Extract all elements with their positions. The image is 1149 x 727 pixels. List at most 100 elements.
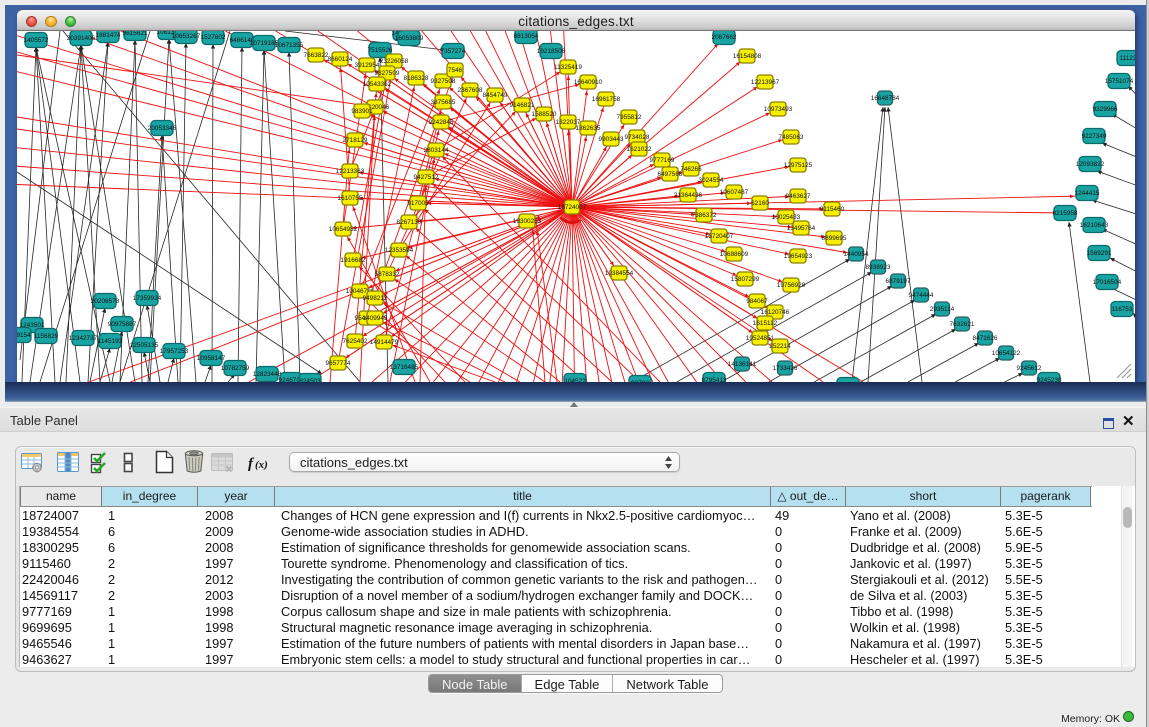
svg-text:9657774: 9657774 (326, 360, 351, 367)
svg-text:1362635: 1362635 (576, 125, 601, 132)
svg-text:1440954: 1440954 (844, 251, 869, 258)
svg-text:1405572: 1405572 (24, 37, 49, 44)
svg-text:18724007: 18724007 (558, 204, 587, 211)
svg-text:3875685: 3875685 (431, 99, 456, 106)
svg-text:10973493: 10973493 (764, 106, 793, 113)
svg-text:2935114: 2935114 (930, 306, 955, 313)
svg-text:1156829: 1156829 (34, 333, 59, 340)
svg-text:2803144: 2803144 (424, 147, 449, 154)
svg-text:2718129: 2718129 (343, 137, 368, 144)
svg-text:3912954: 3912954 (355, 62, 380, 69)
svg-text:1244415: 1244415 (1075, 190, 1100, 197)
svg-text:17016504: 17016504 (1093, 279, 1122, 286)
svg-text:1588520: 1588520 (532, 111, 557, 118)
svg-text:9427512: 9427512 (414, 174, 439, 181)
svg-text:9227349: 9227349 (1082, 133, 1107, 140)
svg-text:19524851: 19524851 (746, 335, 775, 342)
svg-text:9903443: 9903443 (599, 136, 624, 143)
svg-text:20053346: 20053346 (148, 125, 177, 132)
svg-text:20391406: 20391406 (67, 35, 96, 42)
svg-text:19756928: 19756928 (777, 282, 806, 289)
svg-text:16154808: 16154808 (733, 53, 762, 60)
svg-text:62160: 62160 (751, 200, 769, 207)
svg-text:16640910: 16640910 (574, 79, 603, 86)
svg-text:15720407: 15720407 (705, 233, 734, 240)
svg-text:1615112: 1615112 (753, 320, 778, 327)
svg-text:12975125: 12975125 (784, 162, 813, 169)
svg-text:12342737: 12342737 (69, 335, 98, 342)
svg-text:12093822: 12093822 (1076, 161, 1105, 168)
svg-text:1145193: 1145193 (98, 338, 123, 345)
svg-text:984067: 984067 (746, 298, 768, 305)
svg-text:12823448: 12823448 (253, 371, 282, 378)
svg-text:9329966: 9329966 (1093, 106, 1118, 113)
svg-text:7546: 7546 (448, 67, 463, 74)
svg-text:10607487: 10607487 (720, 189, 749, 196)
svg-text:10543362: 10543362 (363, 81, 392, 88)
svg-text:8215958: 8215958 (1053, 210, 1078, 217)
svg-text:f: f (248, 456, 255, 472)
svg-text:939154: 939154 (17, 332, 31, 339)
svg-text:1733426: 1733426 (773, 365, 798, 372)
svg-text:16961758: 16961758 (592, 96, 621, 103)
svg-text:14914479: 14914479 (370, 339, 399, 346)
svg-text:10671355: 10671355 (275, 42, 304, 49)
svg-text:10654122: 10654122 (992, 350, 1021, 357)
svg-text:19654923: 19654923 (784, 253, 813, 260)
svg-text:8899695: 8899695 (822, 235, 847, 242)
svg-text:1569291: 1569291 (1087, 250, 1112, 257)
svg-text:12213967: 12213967 (751, 79, 780, 86)
svg-text:19384554: 19384554 (605, 270, 634, 277)
svg-text:10654932: 10654932 (329, 226, 358, 233)
svg-text:12213363: 12213363 (336, 168, 365, 175)
svg-text:10688609: 10688609 (720, 251, 749, 258)
svg-text:2087662: 2087662 (712, 34, 737, 41)
svg-text:9498212: 9498212 (363, 295, 388, 302)
svg-text:9115460: 9115460 (820, 206, 845, 213)
svg-text:13495764: 13495764 (787, 225, 816, 232)
svg-text:7625402: 7625402 (343, 338, 368, 345)
svg-text:252214: 252214 (769, 343, 791, 350)
svg-text:8660124: 8660124 (328, 56, 353, 63)
svg-text:15807299: 15807299 (731, 276, 760, 283)
svg-text:12353594: 12353594 (385, 247, 414, 254)
svg-text:9777169: 9777169 (650, 157, 675, 164)
svg-text:1409945: 1409945 (363, 315, 388, 322)
svg-text:(x): (x) (255, 459, 268, 471)
svg-text:5878332: 5878332 (375, 271, 400, 278)
svg-text:9327508: 9327508 (431, 78, 456, 85)
svg-text:9245612: 9245612 (1017, 365, 1042, 372)
svg-text:10958147: 10958147 (197, 355, 226, 362)
svg-text:9327509: 9327509 (375, 70, 400, 77)
svg-text:917005: 917005 (407, 200, 429, 207)
svg-text:9615621: 9615621 (123, 31, 148, 37)
svg-text:1916682: 1916682 (341, 257, 366, 264)
svg-text:19218506: 19218506 (537, 48, 566, 55)
svg-text:11123: 11123 (1120, 55, 1135, 62)
svg-text:16210643: 16210643 (1080, 222, 1109, 229)
svg-text:116753: 116753 (1112, 306, 1133, 313)
svg-text:10025433: 10025433 (772, 214, 801, 221)
svg-text:9242845: 9242845 (429, 119, 454, 126)
svg-text:9146821: 9146821 (510, 102, 535, 109)
svg-text:8267130: 8267130 (397, 219, 422, 226)
svg-text:983901: 983901 (351, 108, 373, 115)
svg-text:10653267: 10653267 (172, 33, 201, 40)
svg-text:20206578: 20206578 (91, 298, 120, 305)
svg-text:746266: 746266 (680, 166, 702, 173)
svg-text:2367608: 2367608 (458, 87, 483, 94)
svg-text:23226058: 23226058 (380, 58, 409, 65)
svg-text:17359924: 17359924 (133, 295, 162, 302)
svg-text:13716485: 13716485 (390, 364, 419, 371)
svg-text:7357274: 7357274 (441, 48, 466, 55)
svg-text:9463627: 9463627 (786, 193, 811, 200)
svg-text:7632621: 7632621 (950, 321, 975, 328)
svg-text:14136141: 14136141 (728, 361, 757, 368)
svg-text:6497568: 6497568 (658, 171, 683, 178)
svg-text:1610755: 1610755 (338, 195, 363, 202)
svg-text:3024554: 3024554 (699, 177, 724, 184)
svg-text:11325419: 11325419 (554, 64, 582, 71)
svg-text:8813054: 8813054 (514, 33, 539, 40)
svg-text:9474444: 9474444 (909, 292, 934, 299)
svg-text:7663822: 7663822 (304, 52, 329, 59)
